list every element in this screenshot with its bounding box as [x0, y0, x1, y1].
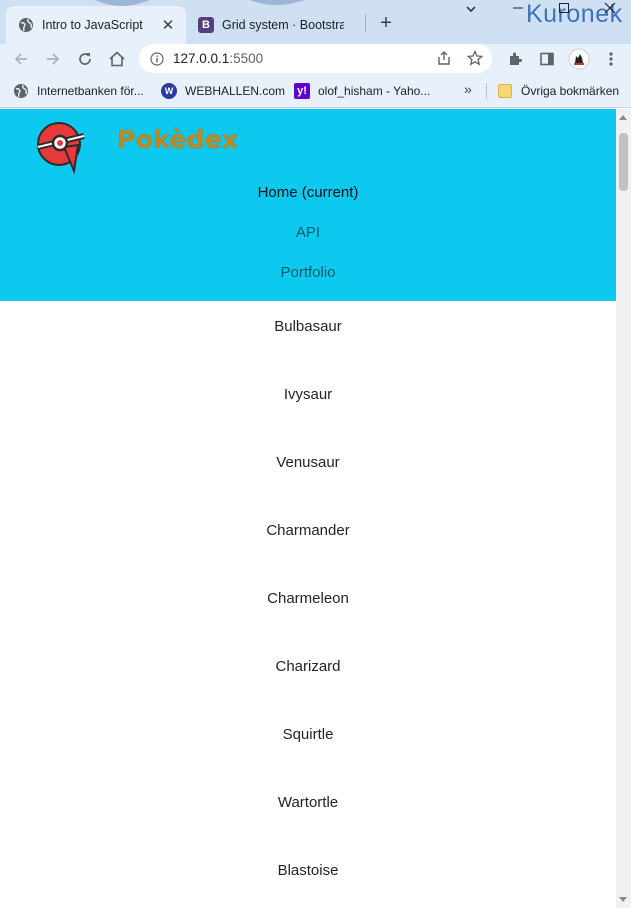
- extensions-icon[interactable]: [503, 47, 527, 71]
- new-tab-button[interactable]: +: [375, 12, 397, 34]
- list-item: Venusaur: [276, 454, 340, 471]
- tab-title: Intro to JavaScript: [42, 18, 143, 32]
- profile-avatar[interactable]: [567, 47, 591, 71]
- forward-arrow-icon[interactable]: [41, 47, 65, 71]
- maximize-icon[interactable]: [558, 1, 570, 17]
- tab-intro-to-javascript[interactable]: Intro to JavaScript ✕: [6, 6, 186, 44]
- bookmark-internetbanken[interactable]: Internetbanken för...: [13, 82, 144, 100]
- tab-grid-system-bootstrap[interactable]: B Grid system · Bootstra: [186, 6, 362, 44]
- scroll-up-arrow-icon[interactable]: [619, 115, 627, 120]
- browser-toolbar: 127.0.0.1:5500: [0, 44, 631, 74]
- close-window-icon[interactable]: [604, 1, 616, 17]
- address-bar[interactable]: 127.0.0.1:5500: [139, 44, 492, 73]
- bookmark-webhallen[interactable]: W WEBHALLEN.com: [161, 82, 285, 100]
- brand-title[interactable]: Pokèdex: [117, 125, 239, 154]
- globe-icon: [13, 83, 29, 99]
- list-item: Squirtle: [282, 726, 334, 743]
- side-panel-icon[interactable]: [535, 47, 559, 71]
- nav-menu: Home (current) API Portfolio: [0, 173, 616, 293]
- page-viewport: Pokèdex Home (current) API Portfolio Bul…: [0, 109, 616, 908]
- bookmarks-bar: Internetbanken för... W WEBHALLEN.com y!…: [0, 74, 631, 108]
- bookmark-label: Internetbanken för...: [37, 84, 144, 98]
- share-icon[interactable]: [434, 48, 454, 68]
- tab-strip: Intro to JavaScript ✕ B Grid system · Bo…: [0, 0, 631, 44]
- back-arrow-icon[interactable]: [9, 47, 33, 71]
- list-item: Blastoise: [277, 862, 339, 879]
- reload-icon[interactable]: [73, 47, 97, 71]
- yahoo-icon: y!: [294, 83, 310, 99]
- bookmark-star-icon[interactable]: [465, 48, 485, 68]
- list-item: Charmeleon: [267, 590, 349, 607]
- bootstrap-icon: B: [198, 17, 214, 33]
- bookmarks-separator: [486, 83, 487, 99]
- bookmark-label: olof_hisham - Yaho...: [318, 84, 431, 98]
- list-item: Wartortle: [277, 794, 339, 811]
- scrollbar-thumb[interactable]: [619, 133, 628, 191]
- list-item: Ivysaur: [283, 386, 333, 403]
- list-item: Bulbasaur: [274, 318, 342, 335]
- pokemon-list: Bulbasaur Ivysaur Venusaur Charmander Ch…: [0, 301, 616, 908]
- site-navbar: Pokèdex Home (current) API Portfolio: [0, 109, 616, 301]
- nav-link-api[interactable]: API: [0, 213, 616, 253]
- pokedex-logo-icon[interactable]: [34, 119, 90, 175]
- more-menu-icon[interactable]: [599, 47, 623, 71]
- other-bookmarks-folder[interactable]: Övriga bokmärken: [497, 82, 619, 100]
- scroll-down-arrow-icon[interactable]: [619, 897, 627, 902]
- folder-icon: [497, 83, 513, 99]
- tab-search-icon[interactable]: [464, 2, 478, 19]
- webhallen-icon: W: [161, 83, 177, 99]
- tab-title: Grid system · Bootstra: [222, 18, 344, 32]
- nav-link-portfolio[interactable]: Portfolio: [0, 253, 616, 293]
- nav-link-home[interactable]: Home (current): [0, 173, 616, 213]
- globe-icon: [18, 17, 34, 33]
- tab-separator: [365, 14, 366, 32]
- minimize-icon[interactable]: [512, 1, 524, 17]
- bookmark-yahoo[interactable]: y! olof_hisham - Yaho...: [294, 82, 430, 100]
- site-info-icon[interactable]: [150, 51, 164, 66]
- page-scrollbar[interactable]: [616, 109, 631, 908]
- close-tab-icon[interactable]: ✕: [158, 15, 178, 35]
- bookmark-label: Övriga bokmärken: [521, 84, 620, 98]
- list-item: Charmander: [266, 522, 350, 539]
- url-text: 127.0.0.1:5500: [173, 51, 264, 66]
- home-icon[interactable]: [105, 47, 129, 71]
- list-item: Charizard: [275, 658, 341, 675]
- more-bookmarks-chevron-icon[interactable]: »: [464, 81, 472, 97]
- bookmark-label: WEBHALLEN.com: [185, 84, 286, 98]
